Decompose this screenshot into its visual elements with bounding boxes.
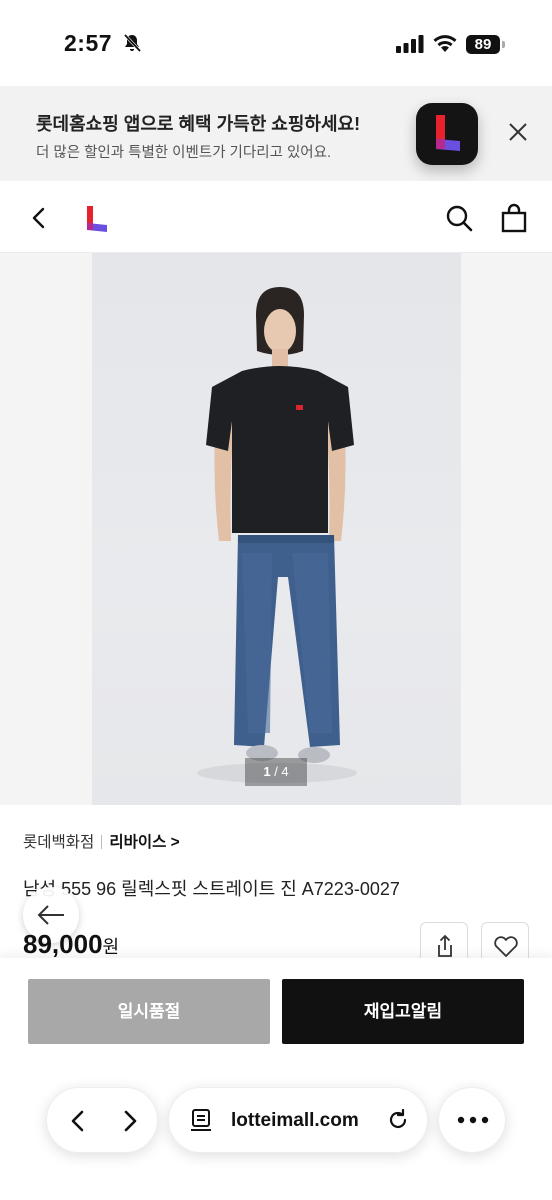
restock-alert-button[interactable]: 재입고알림 [282, 979, 524, 1044]
soldout-button[interactable]: 일시품절 [28, 979, 270, 1044]
app-install-banner[interactable]: 롯데홈쇼핑 앱으로 혜택 가득한 쇼핑하세요! 더 많은 할인과 특별한 이벤트… [0, 86, 552, 181]
browser-nav-controls [46, 1087, 158, 1153]
shopping-bag-icon[interactable] [499, 203, 529, 233]
product-name: 남성 555 96 릴렉스핏 스트레이트 진 A7223-0027 [23, 879, 400, 899]
model-wearing-jeans-image [197, 287, 357, 783]
lotte-logo-icon [436, 115, 460, 151]
pager-total: 4 [281, 764, 289, 779]
pager-current: 1 [263, 764, 271, 779]
purchase-action-panel: 일시품절 재입고알림 [0, 958, 552, 1200]
site-header [0, 181, 552, 253]
banner-title: 롯데홈쇼핑 앱으로 혜택 가득한 쇼핑하세요! [36, 114, 361, 134]
close-banner-icon[interactable] [506, 120, 530, 144]
browser-address-bar[interactable]: lotteimall.com [168, 1087, 428, 1153]
reader-page-icon[interactable] [189, 1108, 215, 1134]
battery-indicator: 89 [466, 35, 500, 54]
price-unit: 원 [102, 937, 120, 957]
store-name[interactable]: 롯데백화점 [23, 834, 94, 851]
browser-forward-icon[interactable] [115, 1106, 145, 1136]
product-image-gallery[interactable] [0, 253, 552, 805]
lotte-app-icon[interactable] [416, 103, 478, 165]
more-dots-icon [457, 1116, 489, 1124]
browser-more-button[interactable] [438, 1087, 506, 1153]
price-value: 89,000 [23, 929, 103, 959]
brand-link[interactable]: 리바이스 > [109, 834, 179, 851]
reload-icon[interactable] [385, 1107, 411, 1133]
browser-back-icon[interactable] [63, 1106, 93, 1136]
product-photo[interactable] [92, 253, 461, 805]
divider [101, 835, 103, 849]
back-chevron-icon[interactable] [26, 205, 52, 231]
wifi-icon [433, 35, 457, 52]
banner-subtitle: 더 많은 할인과 특별한 이벤트가 기다리고 있어요. [36, 145, 331, 161]
bell-slash-icon [123, 33, 142, 53]
pager-separator: / [270, 764, 282, 779]
lotte-logo-icon[interactable] [84, 206, 110, 232]
battery-tip [502, 41, 505, 48]
product-price: 89,000원 [23, 929, 119, 960]
url-text[interactable]: lotteimall.com [231, 1110, 359, 1132]
search-icon[interactable] [444, 203, 474, 233]
status-bar: 2:57 89 [0, 0, 552, 86]
image-pager: 1 / 4 [245, 758, 307, 786]
store-brand-line: 롯데백화점 리바이스 > [23, 830, 180, 852]
cellular-signal-icon [396, 35, 424, 53]
status-time: 2:57 [64, 30, 113, 56]
